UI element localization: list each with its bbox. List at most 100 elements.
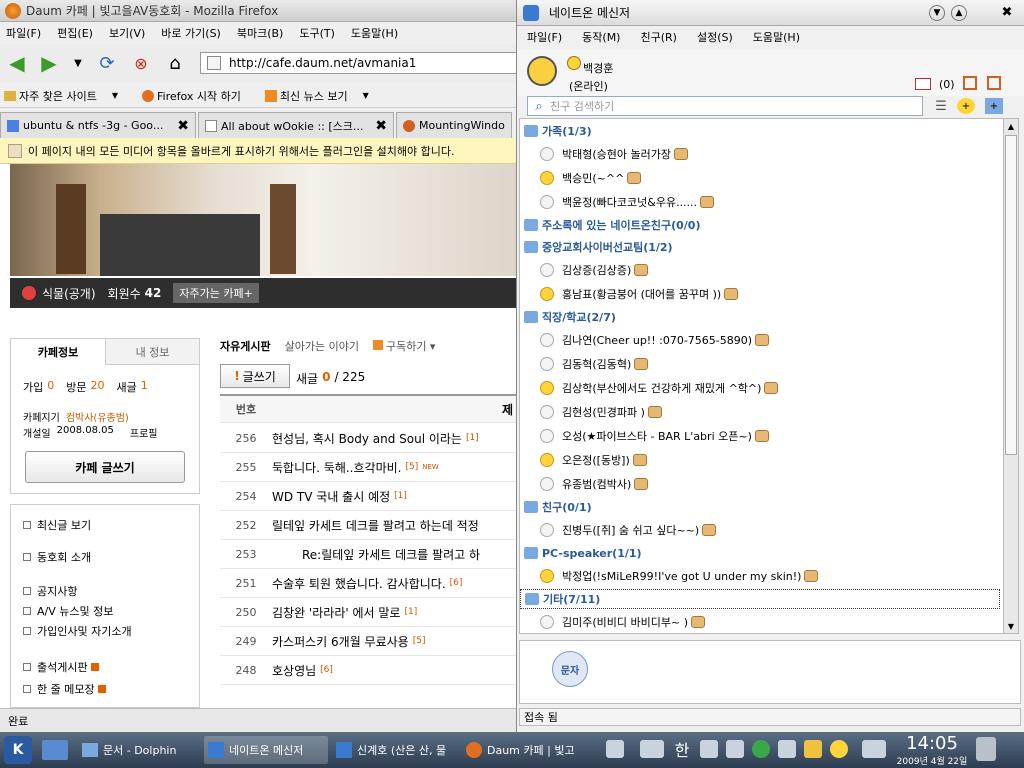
stop-icon[interactable]: ⊗ (130, 52, 152, 74)
ff-menu-view[interactable]: 보기(V) (109, 25, 145, 41)
post-title[interactable]: Re:릴테잎 카세트 데크를 팔려고 하 (302, 546, 480, 563)
table-row[interactable]: 253 Re:릴테잎 카세트 데크를 팔려고 하 (220, 540, 516, 569)
minihompy-icon[interactable] (700, 196, 715, 208)
friend-item[interactable]: 홍남표(황금붕어 (대어를 꿈꾸며 )) (540, 283, 1000, 305)
add-group-icon[interactable]: + (985, 98, 1003, 114)
minihompy-icon[interactable] (691, 616, 705, 628)
nateon-tray-icon[interactable] (830, 740, 848, 758)
tab-wookie[interactable]: All about wOokie :: [스크... ✖ (198, 112, 394, 138)
menu-memo[interactable]: 한 줄 메모장 (23, 681, 106, 697)
kde-menu-icon[interactable]: K (4, 736, 32, 764)
back-arrow-icon[interactable]: ◀ (6, 51, 28, 75)
tab-life-stories[interactable]: 살아가는 이야기 (285, 338, 359, 354)
bookmark-latest-news[interactable]: 최신 뉴스 보기 ▼ (264, 88, 381, 104)
friend-item[interactable]: 김동혁(김동혁) (540, 353, 1000, 375)
table-row[interactable]: 252 릴테잎 카세트 데크를 팔려고 하는데 적정 (220, 511, 516, 540)
friend-item[interactable]: 박태형(승현아 놀러가장 (540, 143, 1000, 165)
post-title[interactable]: 김창완 '라라라' 에서 말로 (272, 604, 400, 621)
friend-group[interactable]: 직장/학교(2/7) (520, 307, 1000, 327)
menu-greetings[interactable]: 가입인사및 자기소개 (23, 623, 132, 639)
tab-mounting[interactable]: MountingWindow (396, 112, 512, 138)
minihompy-icon[interactable] (724, 288, 739, 300)
minihompy-icon[interactable] (634, 264, 649, 276)
friend-item[interactable]: 오성(★파이브스타 - BAR L'abri 오픈~) (540, 425, 1000, 447)
friend-item[interactable]: 김미주(비비디 바비디부~ ) (540, 611, 1000, 633)
friend-item[interactable]: 김상증(김상증) (540, 259, 1000, 281)
friend-item[interactable]: 백승민(~^^ (540, 167, 1000, 189)
trash-icon[interactable] (976, 737, 996, 761)
maximize-icon[interactable]: ▲ (951, 5, 967, 21)
minihompy-icon[interactable] (632, 454, 647, 466)
table-row[interactable]: 256 현성님, 혹시 Body and Soul 이라는 [1] (220, 424, 516, 453)
reload-icon[interactable]: ⟳ (96, 52, 118, 74)
update-icon[interactable] (752, 740, 770, 758)
volume-icon[interactable] (726, 740, 744, 758)
friend-group[interactable]: 기타(7/11) (520, 589, 1000, 609)
bookmark-most-visited[interactable]: 자주 찾은 사이트 ▼ (4, 88, 130, 104)
input-method-indicator[interactable]: 한 (672, 740, 692, 760)
scroll-up-icon[interactable]: ▲ (1004, 119, 1018, 133)
minihompy-icon[interactable] (754, 430, 769, 442)
minihompy-icon[interactable] (804, 570, 819, 582)
subscribe-button[interactable]: 구독하기 ▾ (372, 338, 435, 354)
minihompy-icon[interactable] (634, 478, 649, 490)
menu-about[interactable]: 동호회 소개 (23, 549, 91, 565)
friend-item[interactable]: 진병두([쥐] 숨 쉬고 싶다~~) (540, 519, 1000, 541)
minihompy-icon[interactable] (634, 358, 649, 370)
home-icon[interactable]: ⌂ (164, 52, 186, 74)
desktop-pager-icon[interactable] (606, 740, 624, 758)
home-icon[interactable] (987, 76, 1001, 90)
mail-icon[interactable] (915, 78, 931, 90)
friend-item[interactable]: 김나연(Cheer up!! :070-7565-5890) (540, 329, 1000, 351)
profile-name[interactable]: 백경훈 (583, 60, 613, 76)
ff-menu-bookmarks[interactable]: 북마크(B) (237, 25, 284, 41)
friend-group[interactable]: 주소록에 있는 네이트온친구(0/0) (520, 215, 1000, 235)
menu-av-news[interactable]: A/V 뉴스및 정보 (23, 603, 113, 619)
add-friend-icon[interactable]: + (957, 98, 975, 114)
msg-menu-friends[interactable]: 친구(R) (640, 29, 676, 45)
friend-item[interactable]: 김상학(부산에서도 건강하게 재밌게 ^학^) (540, 377, 1000, 399)
url-bar[interactable]: http://cafe.daum.net/avmania1 (200, 52, 516, 74)
friend-item[interactable]: 백윤정(빠다코코넛&우유...... (540, 191, 1000, 213)
post-title[interactable]: 릴테잎 카세트 데크를 팔려고 하는데 적정 (272, 517, 479, 534)
menu-attendance[interactable]: 출석게시판 (23, 659, 99, 675)
friend-item[interactable]: 박정업(!sMiLeR99!I've got U under my skin!) (540, 565, 1000, 587)
sms-button[interactable]: 문자 (552, 651, 588, 687)
minihompy-icon[interactable] (963, 76, 977, 90)
close-icon[interactable]: ✖ (375, 118, 387, 134)
favorite-cafe-button[interactable]: 자주가는 카페+ (173, 283, 259, 303)
minihompy-icon[interactable] (627, 172, 642, 184)
table-row[interactable]: 254 WD TV 국내 출시 예정 [1] (220, 482, 516, 511)
friend-item[interactable]: 유종범(컴박사) (540, 473, 1000, 495)
table-row[interactable]: 251 수술후 퇴원 했습니다. 감사합니다. [6] (220, 569, 516, 598)
close-icon[interactable]: ✖ (177, 118, 189, 134)
friend-item[interactable]: 김현성(민경파파 ) (540, 401, 1000, 423)
tab-my-info[interactable]: 내 정보 (105, 339, 199, 365)
write-post-button[interactable]: ! 글쓰기 (220, 364, 290, 388)
clock[interactable]: 14:05 2009년 4월 22일 (892, 734, 972, 768)
list-view-icon[interactable]: ☰ (933, 98, 949, 114)
friend-group[interactable]: 중앙교회사이버선교팀(1/2) (520, 237, 1000, 257)
minihompy-icon[interactable] (647, 406, 662, 418)
display-icon[interactable] (862, 740, 886, 758)
ff-menu-tools[interactable]: 도구(T) (299, 25, 335, 41)
ff-menu-edit[interactable]: 편집(E) (57, 25, 93, 41)
plugin-notification-bar[interactable]: 이 페이지 내의 모든 미디어 항목을 올바르게 표시하기 위해서는 플러그인을… (0, 138, 516, 164)
ff-menu-go[interactable]: 바로 가기(S) (161, 25, 221, 41)
minihompy-icon[interactable] (764, 382, 779, 394)
post-title[interactable]: 수술후 퇴원 했습니다. 감사합니다. (272, 575, 446, 592)
home-folder-icon[interactable] (42, 740, 68, 760)
task-dolphin[interactable]: 문서 - Dolphin (78, 736, 202, 764)
post-title[interactable]: 카스퍼스키 6개월 무료사용 (272, 633, 409, 650)
network-icon[interactable] (640, 740, 664, 758)
post-title[interactable]: 현성님, 혹시 Body and Soul 이라는 (272, 430, 462, 447)
table-row[interactable]: 249 카스퍼스키 6개월 무료사용 [5] (220, 627, 516, 656)
msg-menu-help[interactable]: 도움말(H) (753, 29, 800, 45)
minihompy-icon[interactable] (755, 334, 770, 346)
menu-latest[interactable]: 최신글 보기 (23, 517, 91, 533)
msg-menu-action[interactable]: 동작(M) (582, 29, 620, 45)
post-title[interactable]: 호상영님 (272, 662, 316, 679)
post-title[interactable]: WD TV 국내 출시 예정 (272, 488, 390, 505)
history-dropdown-icon[interactable]: ▼ (70, 54, 86, 72)
minihompy-icon[interactable] (674, 148, 688, 160)
